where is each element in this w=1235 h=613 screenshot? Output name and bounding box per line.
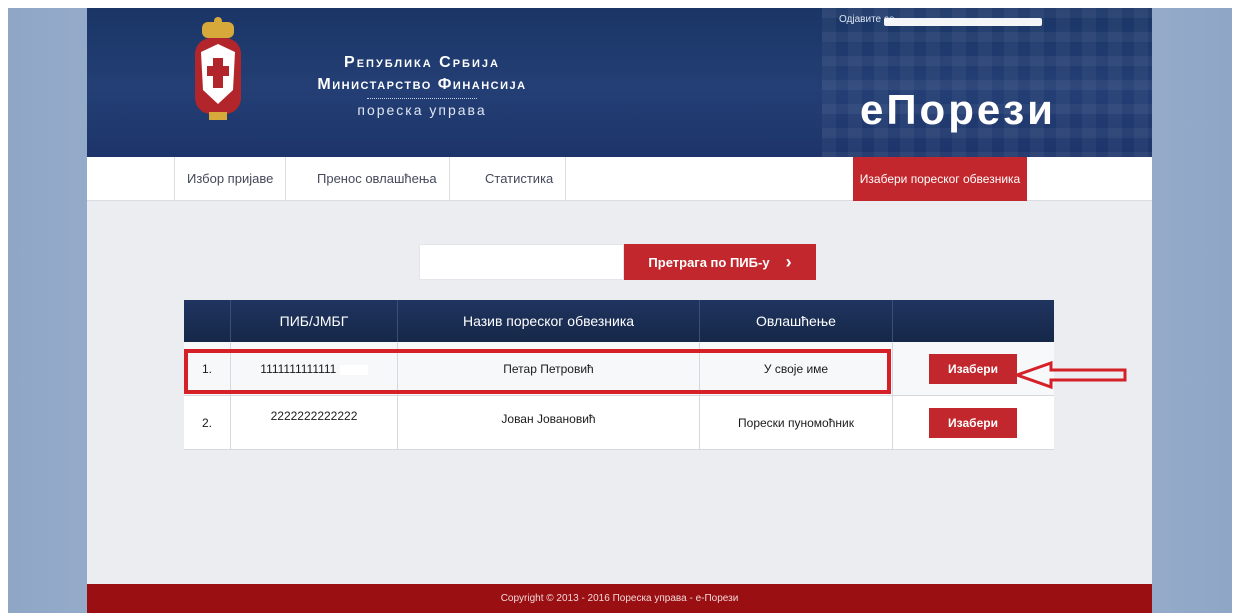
table-row: 2. 2222222222222 Јован Јовановић Порески… — [184, 396, 1054, 450]
table-header: ПИБ/ЈМБГ Назив пореског обвезника Овлашћ… — [184, 300, 1054, 342]
column-number — [184, 300, 231, 342]
chevron-right-icon: › — [785, 251, 792, 272]
header: Република Србија Министарство Финансија … — [87, 8, 1152, 157]
nav-item-transfer-authorization[interactable]: Пренос овлашћења — [305, 157, 450, 201]
column-authorization: Овлашћење — [700, 300, 893, 342]
username-redacted — [884, 18, 1042, 26]
column-pib: ПИБ/ЈМБГ — [231, 300, 398, 342]
coat-of-arms-icon — [195, 17, 241, 120]
brand-line-republic: Република Србија — [344, 54, 500, 71]
building-image — [822, 8, 1152, 157]
brand-line-tax-admin: пореска управа — [357, 102, 487, 118]
select-taxpayer-button[interactable]: Изабери — [929, 408, 1017, 438]
search-by-pib-button[interactable]: Претрага по ПИБ-у › — [624, 244, 816, 280]
nav-item-statistics[interactable]: Статистика — [473, 157, 567, 201]
choose-taxpayer-button[interactable]: Изабери пореског обвезника — [853, 157, 1027, 201]
brand-divider — [367, 98, 477, 99]
search-button-label: Претрага по ПИБ-у — [648, 254, 770, 270]
footer: Copyright © 2013 - 2016 Пореска управа -… — [87, 584, 1152, 613]
select-taxpayer-button[interactable]: Изабери — [929, 354, 1017, 384]
column-action — [893, 300, 1054, 342]
row-taxpayer-name: Јован Јовановић — [398, 396, 700, 450]
row-authorization: Порески пуномоћник — [700, 396, 893, 450]
ministry-logo-text: Република Србија Министарство Финансија … — [287, 54, 557, 118]
arrow-left-icon — [1015, 360, 1127, 390]
column-taxpayer-name: Назив пореског обвезника — [398, 300, 700, 342]
nav-item-select-return[interactable]: Избор пријаве — [174, 157, 287, 201]
highlight-box — [184, 349, 891, 394]
row-number: 2. — [184, 396, 231, 450]
page: Република Србија Министарство Финансија … — [87, 8, 1152, 613]
pib-search-input[interactable] — [419, 244, 624, 280]
app-title: еПорези — [860, 86, 1056, 133]
row-pib: 2222222222222 — [231, 396, 398, 450]
brand-line-ministry: Министарство Финансија — [317, 76, 527, 93]
